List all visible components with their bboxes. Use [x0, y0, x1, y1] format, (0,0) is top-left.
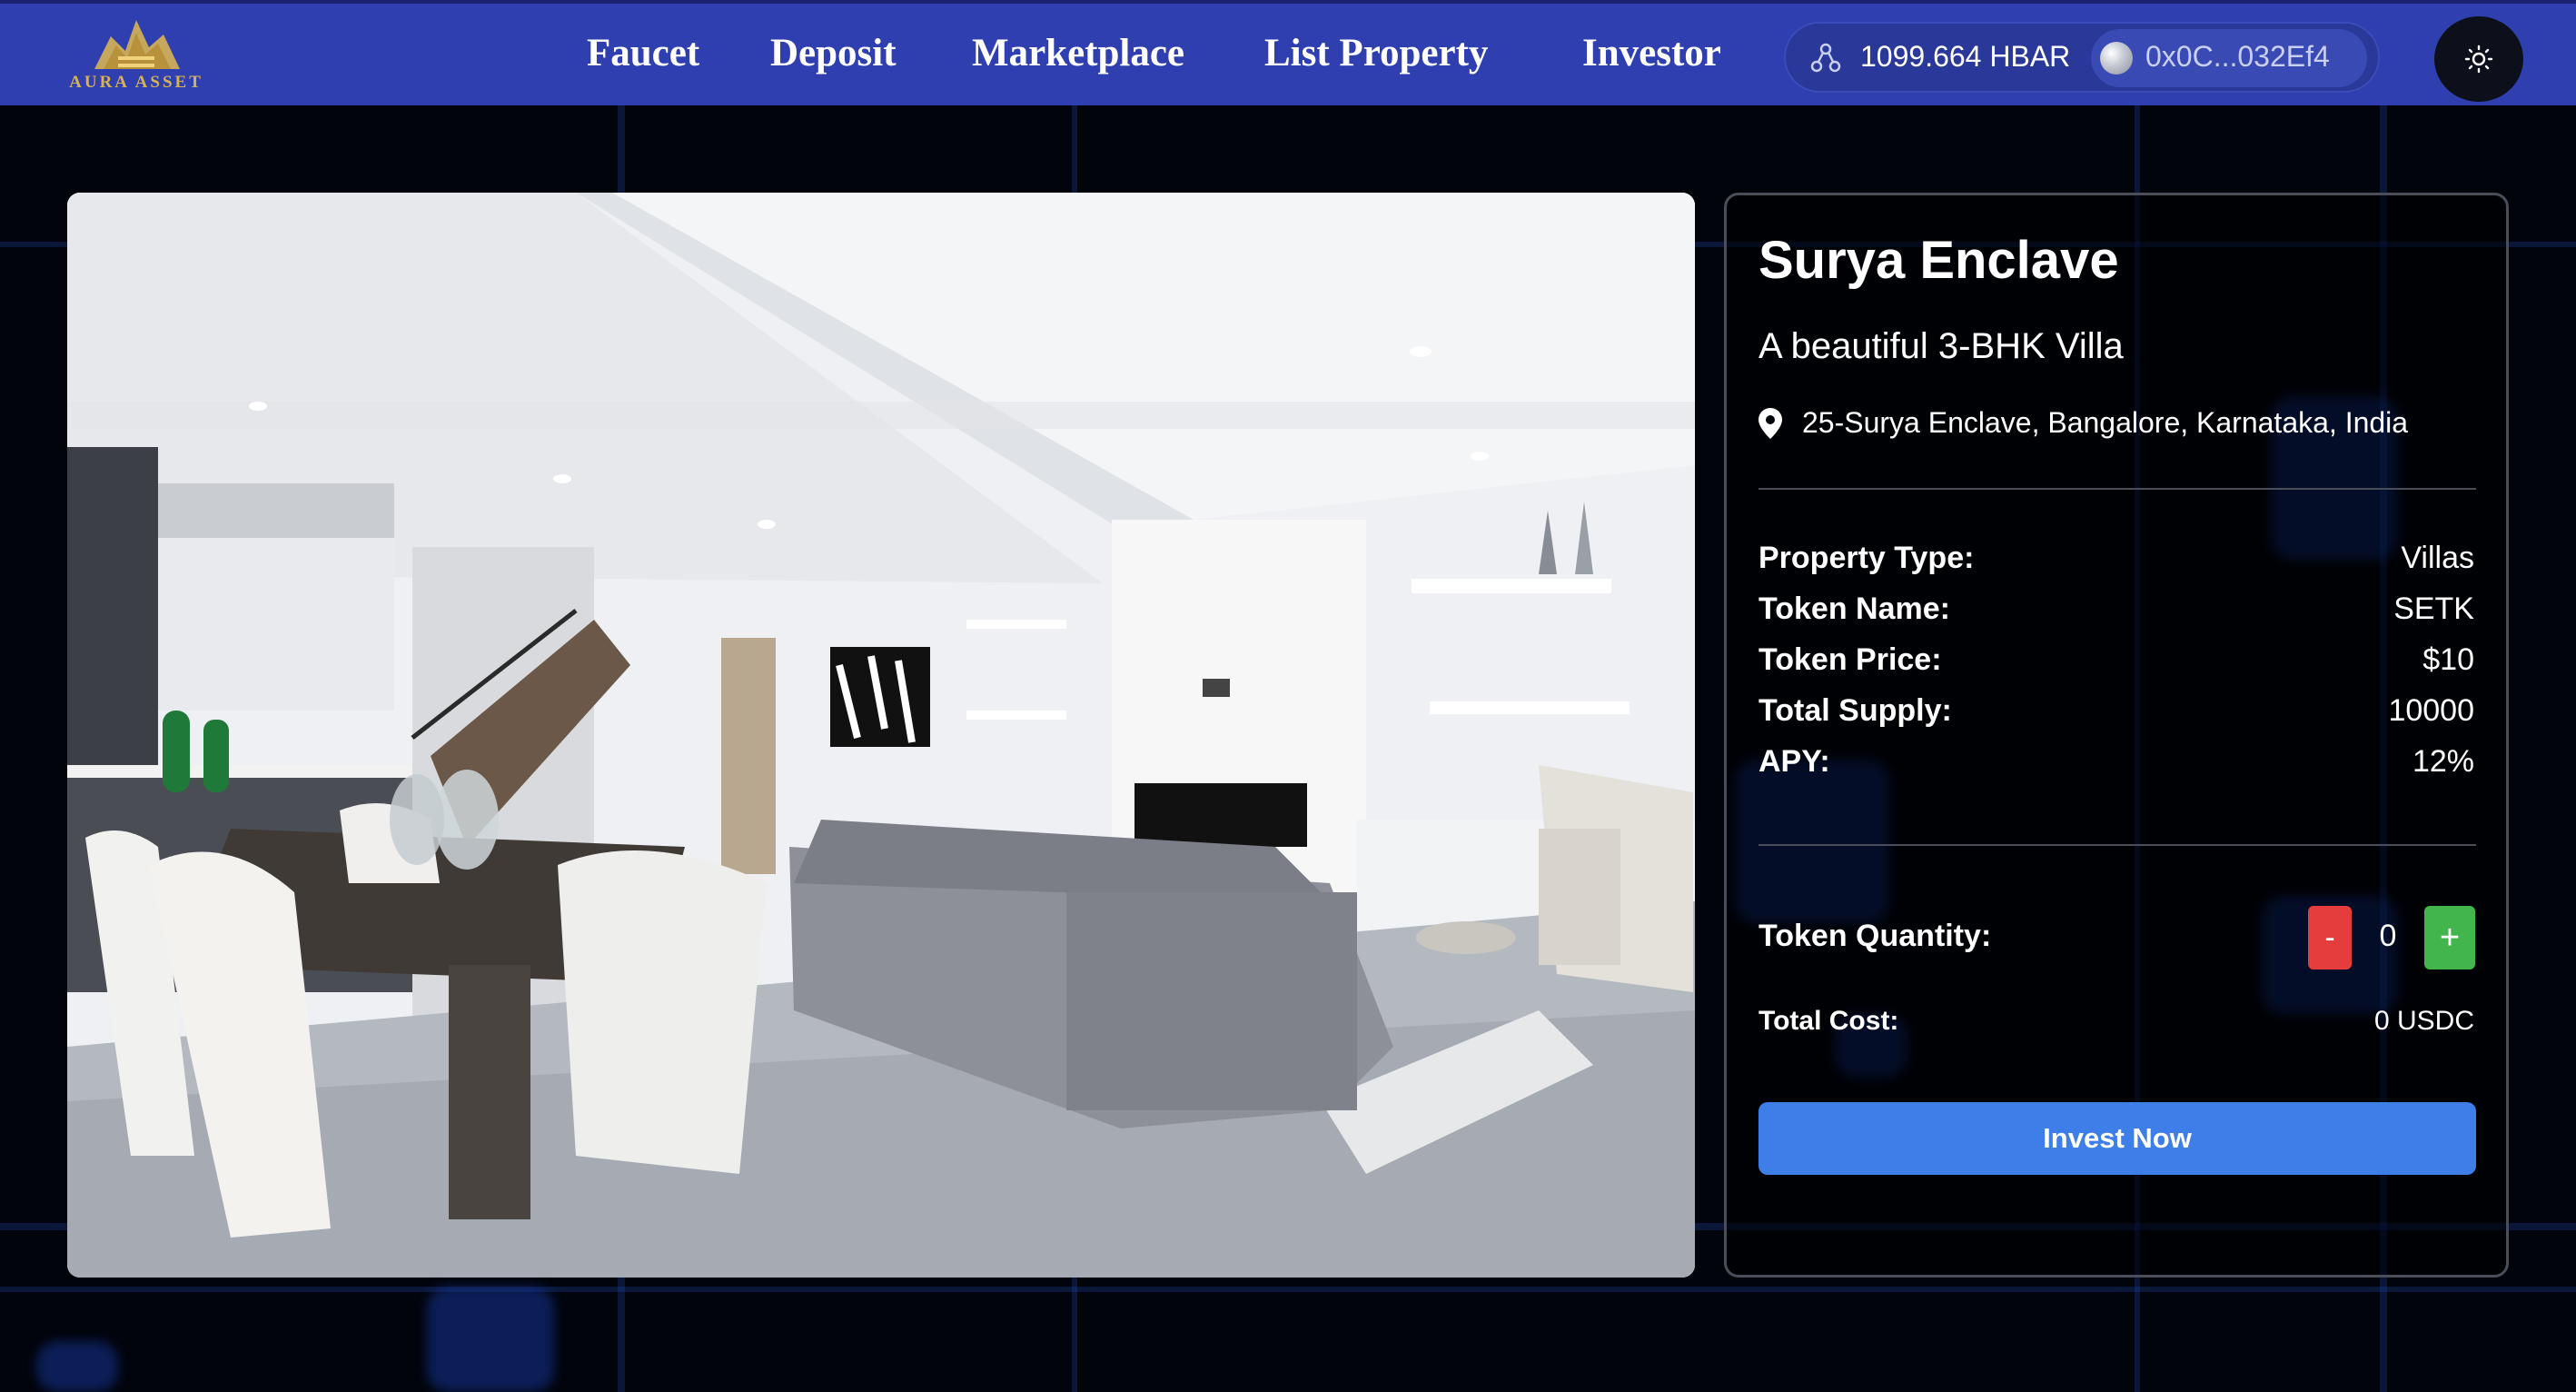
detail-label-total-supply: Total Supply: [1759, 693, 1952, 728]
decrease-quantity-button[interactable]: - [2308, 906, 2352, 969]
property-details-card: Surya Enclave A beautiful 3-BHK Villa 25… [1724, 193, 2509, 1278]
detail-label-token-price: Token Price: [1759, 642, 1942, 677]
divider [1759, 844, 2476, 846]
aura-asset-logo[interactable]: AURA ASSET [64, 15, 209, 96]
token-quantity-label: Token Quantity: [1759, 919, 1992, 953]
nav-deposit[interactable]: Deposit [770, 31, 897, 75]
invest-now-button[interactable]: Invest Now [1759, 1102, 2476, 1175]
detail-value-apy: 12% [2412, 744, 2474, 779]
hbar-logo-icon [1810, 43, 1841, 73]
detail-value-token-name: SETK [2393, 592, 2474, 626]
bg-line [0, 1287, 2576, 1292]
property-image [67, 193, 1695, 1278]
detail-label-property-type: Property Type: [1759, 541, 1975, 575]
map-pin-icon [1759, 408, 1782, 439]
bg-glow [36, 1341, 118, 1392]
property-title: Surya Enclave [1759, 231, 2119, 290]
detail-value-token-price: $10 [2422, 642, 2474, 677]
location-text: 25-Surya Enclave, Bangalore, Karnataka, … [1802, 406, 2409, 439]
nav-faucet[interactable]: Faucet [587, 31, 699, 75]
nav-investor[interactable]: Investor [1582, 31, 1721, 75]
living-dining-room-photo [67, 193, 1695, 1278]
wallet-connect-button[interactable]: 1099.664 HBAR 0x0C...032Ef4 [1784, 22, 2380, 93]
wallet-address: 0x0C...032Ef4 [2145, 40, 2330, 73]
increase-quantity-button[interactable]: + [2424, 906, 2475, 969]
token-quantity-value: 0 [2379, 919, 2397, 953]
nav-marketplace[interactable]: Marketplace [972, 31, 1184, 75]
top-navbar: AURA ASSET Faucet Deposit Marketplace Li… [0, 0, 2576, 105]
building-logo-icon [94, 20, 180, 69]
total-cost-label: Total Cost: [1759, 1006, 1899, 1036]
hbar-balance: 1099.664 HBAR [1860, 40, 2071, 73]
detail-value-total-supply: 10000 [2388, 693, 2474, 728]
divider [1759, 488, 2476, 490]
nav-list-property[interactable]: List Property [1264, 31, 1488, 75]
wallet-avatar [2100, 42, 2133, 75]
detail-label-apy: APY: [1759, 744, 1830, 779]
theme-toggle-button[interactable] [2434, 16, 2523, 102]
total-cost-value: 0 USDC [2373, 1006, 2474, 1036]
brand-name: AURA ASSET [69, 73, 203, 92]
detail-label-token-name: Token Name: [1759, 592, 1950, 626]
detail-value-property-type: Villas [2401, 541, 2474, 575]
wallet-address-pill[interactable]: 0x0C...032Ef4 [2091, 29, 2367, 87]
bg-glow [427, 1287, 554, 1392]
property-subtitle: A beautiful 3-BHK Villa [1759, 326, 2124, 366]
sun-icon [2464, 45, 2493, 74]
